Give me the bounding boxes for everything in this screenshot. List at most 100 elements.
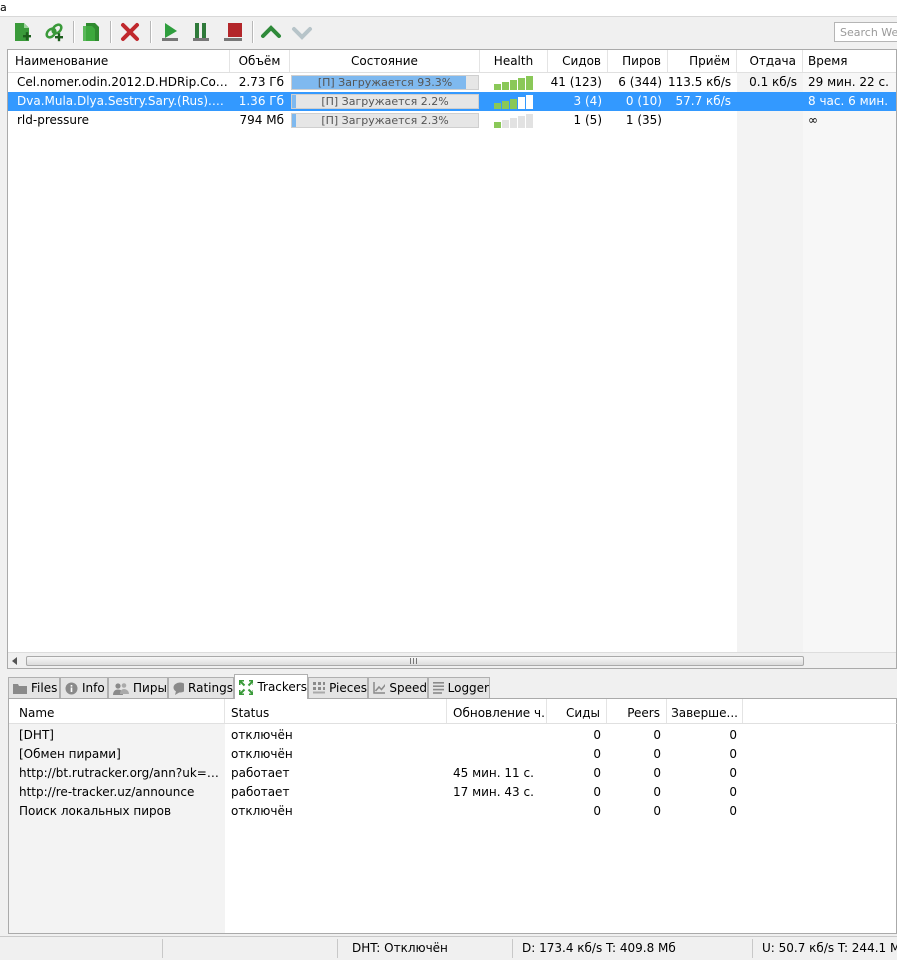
horizontal-scrollbar[interactable]	[8, 652, 896, 668]
tracker-seeds: 0	[593, 766, 601, 780]
tracker-peers: 0	[653, 728, 661, 742]
tracker-peers: 0	[653, 747, 661, 761]
tracker-peers: 0	[653, 804, 661, 818]
tracker-row[interactable]: [DHT] отключён 0 0 0	[9, 726, 897, 745]
health-bar	[518, 97, 525, 109]
toolbar-separator	[252, 21, 253, 43]
pause-button[interactable]	[188, 19, 214, 45]
create-torrent-icon	[83, 23, 99, 41]
ratings-icon	[173, 682, 185, 695]
torrent-list-header: Наименование Объём Состояние Health Сидо…	[8, 50, 896, 73]
tab-pieces[interactable]: Pieces	[308, 677, 368, 698]
torrent-name: Cel.nomer.odin.2012.D.HDRip.CoolDXVD.avi	[17, 75, 230, 89]
arrow-down-icon	[292, 27, 312, 40]
tracker-status: отключён	[231, 728, 293, 742]
tab-files[interactable]: Files	[8, 677, 60, 698]
torrent-peers: 6 (344)	[618, 75, 662, 89]
progress-bar: [П] Загружается 2.2%	[291, 94, 479, 109]
torrent-upload	[737, 111, 803, 130]
tab-ratings[interactable]: Ratings	[168, 677, 234, 698]
tracker-peers: 0	[653, 766, 661, 780]
tab-logger[interactable]: Logger	[428, 677, 490, 698]
tab-label: Info	[82, 681, 105, 695]
tracker-peers: 0	[653, 785, 661, 799]
add-url-button[interactable]	[41, 19, 67, 45]
column-header-health[interactable]: Health	[480, 50, 548, 72]
tab-speed[interactable]: Speed	[368, 677, 428, 698]
tracker-column-name[interactable]: Name	[9, 699, 225, 723]
tracker-column-seeds[interactable]: Сиды	[547, 699, 607, 723]
torrent-row[interactable]: Cel.nomer.odin.2012.D.HDRip.CoolDXVD.avi…	[8, 73, 896, 92]
health-bars	[494, 114, 533, 128]
torrent-download: 57.7 кб/s	[675, 94, 731, 108]
scrollbar-thumb[interactable]	[26, 656, 804, 666]
toolbar-separator	[110, 21, 111, 43]
torrent-eta: 29 мин. 22 с.	[808, 75, 889, 89]
torrent-download: 113.5 кб/s	[668, 75, 732, 89]
tab-trackers[interactable]: Trackers	[234, 674, 308, 699]
status-divider	[162, 939, 163, 958]
search-input[interactable]	[834, 22, 897, 42]
progress-label: [П] Загружается 93.3%	[317, 76, 453, 89]
arrow-up-icon	[261, 25, 281, 38]
tab-info[interactable]: Info	[60, 677, 108, 698]
column-header-upload[interactable]: Отдача	[737, 50, 803, 72]
tracker-column-status[interactable]: Status	[225, 699, 447, 723]
pause-icon	[193, 23, 209, 41]
column-header-name[interactable]: Наименование	[8, 50, 230, 72]
tracker-column-update[interactable]: Обновление ч...	[447, 699, 547, 723]
column-header-eta[interactable]: Время	[803, 50, 896, 72]
trackers-header: Name Status Обновление ч... Сиды Peers З…	[9, 699, 897, 724]
tracker-name: [Обмен пирами]	[19, 747, 121, 761]
tracker-update	[447, 745, 547, 764]
remove-button[interactable]	[117, 19, 143, 45]
stop-button[interactable]	[220, 19, 246, 45]
status-upload: U: 50.7 кб/s T: 244.1 Мб	[762, 941, 897, 955]
toolbar	[0, 17, 897, 47]
tracker-name: [DHT]	[19, 728, 54, 742]
health-bar	[526, 114, 533, 128]
health-bar	[502, 82, 509, 90]
tab-peers[interactable]: Пиры	[108, 677, 168, 698]
tracker-row[interactable]: http://re-tracker.uz/announce работает 17 …	[9, 783, 897, 802]
progress-label: [П] Загружается 2.3%	[321, 114, 449, 127]
torrent-row[interactable]: rld-pressure 794 Мб [П] Загружается 2.3% 1 …	[8, 111, 896, 130]
column-header-peers[interactable]: Пиров	[608, 50, 668, 72]
trackers-icon	[239, 679, 254, 695]
tracker-column-completed[interactable]: Заверше...	[667, 699, 743, 723]
stop-icon	[224, 23, 242, 41]
logger-icon	[433, 682, 444, 694]
torrent-eta: ∞	[808, 113, 818, 127]
tracker-row[interactable]: Поиск локальных пиров отключён 0 0 0	[9, 802, 897, 821]
window-titlebar: а	[0, 0, 897, 17]
tracker-seeds: 0	[593, 728, 601, 742]
progress-bar: [П] Загружается 93.3%	[291, 75, 479, 90]
torrent-upload: 0.1 кб/s	[749, 75, 797, 89]
start-button[interactable]	[157, 19, 183, 45]
column-header-download[interactable]: Приём	[668, 50, 737, 72]
column-header-seeds[interactable]: Сидов	[548, 50, 608, 72]
tracker-status: отключён	[231, 804, 293, 818]
tracker-column-peers[interactable]: Peers	[607, 699, 667, 723]
move-up-button[interactable]	[258, 19, 284, 45]
scroll-left-icon[interactable]	[11, 657, 19, 665]
tracker-row[interactable]: [Обмен пирами] отключён 0 0 0	[9, 745, 897, 764]
add-torrent-button[interactable]	[9, 19, 35, 45]
speed-icon	[373, 682, 386, 694]
column-header-status[interactable]: Состояние	[290, 50, 480, 72]
tracker-row[interactable]: http://bt.rutracker.org/ann?uk=e1TxpeTwP…	[9, 764, 897, 783]
column-header-size[interactable]: Объём	[230, 50, 290, 72]
progress-fill	[292, 114, 297, 127]
move-down-button[interactable]	[289, 19, 315, 45]
torrent-name: Dva.Mula.Dlya.Sestry.Sary.(Rus).Kinoshka…	[17, 94, 230, 108]
torrent-eta: 8 час. 6 мин.	[808, 94, 889, 108]
torrent-peers: 1 (35)	[625, 113, 662, 127]
status-divider	[337, 939, 338, 958]
health-bar	[526, 95, 533, 109]
create-torrent-button[interactable]	[78, 19, 104, 45]
tracker-seeds: 0	[593, 747, 601, 761]
torrent-row[interactable]: Dva.Mula.Dlya.Sestry.Sary.(Rus).Kinoshka…	[8, 92, 896, 111]
folder-icon	[13, 684, 27, 694]
status-divider	[512, 939, 513, 958]
tab-label: Пиры	[133, 681, 167, 695]
